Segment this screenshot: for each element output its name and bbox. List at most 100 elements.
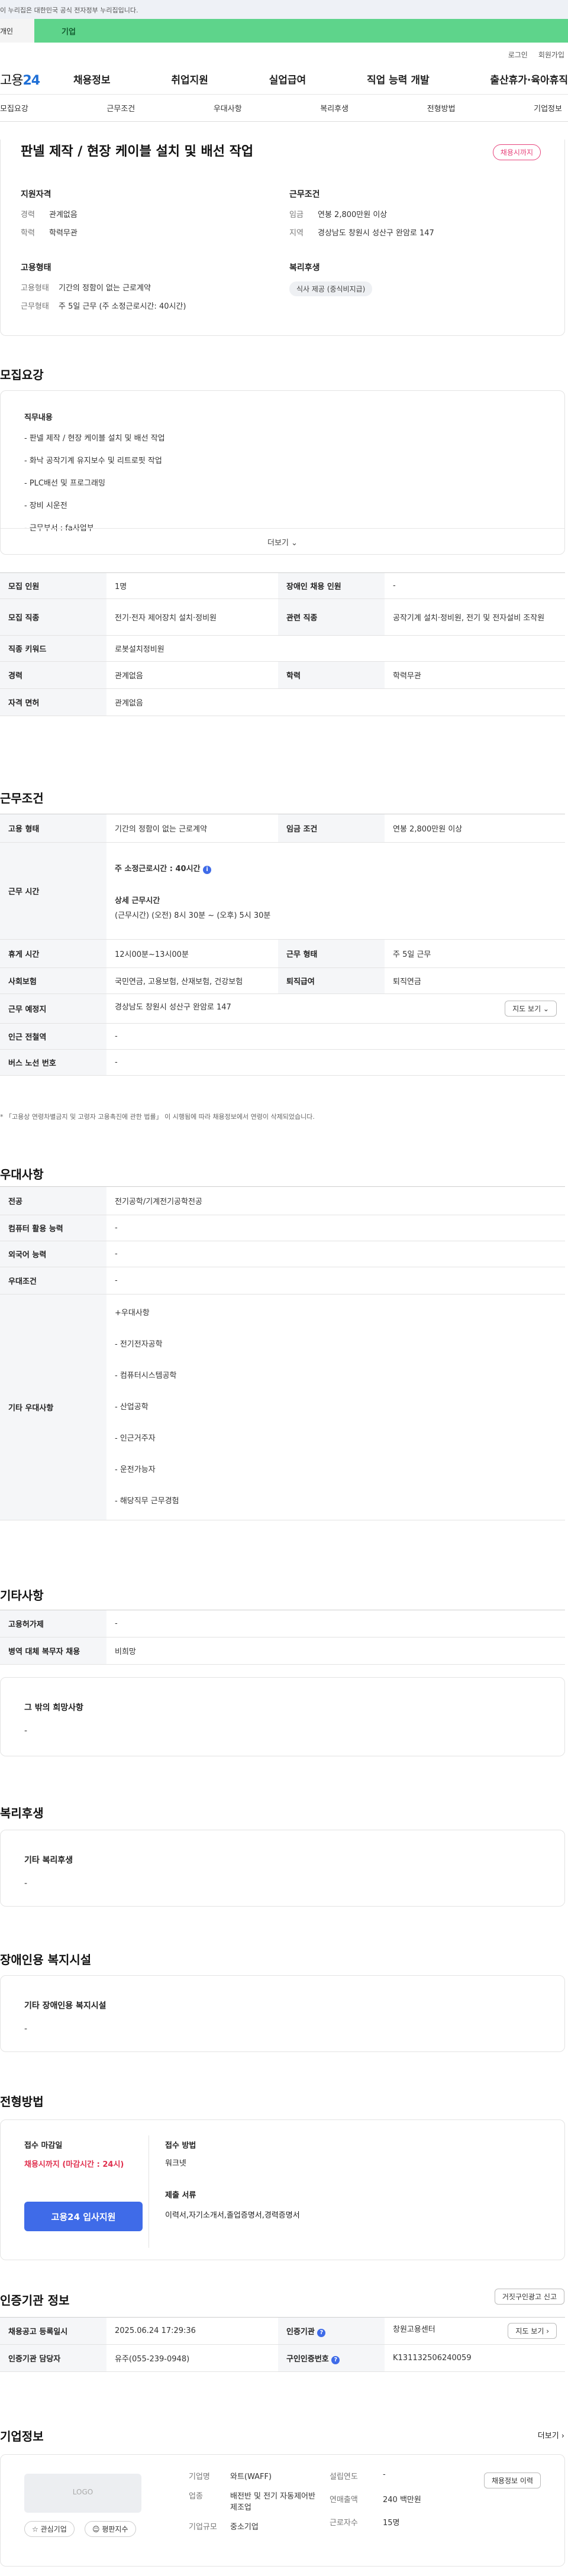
table-header: 인증기관 담당자: [0, 2344, 106, 2372]
kv-label: 학력: [21, 229, 35, 238]
table-header: 사회보험: [0, 967, 106, 994]
table-cell: 전기·전자 제어장치 설치·정비원: [106, 598, 278, 636]
signup-link[interactable]: 회원가입: [538, 50, 564, 64]
other-wish-box: 그 밖의 희망사항 -: [0, 1677, 565, 1756]
pref-item: - 산업공학: [115, 1403, 149, 1412]
gnb-item[interactable]: 채용정보: [73, 72, 111, 86]
kv-value: 240 백만원: [383, 2496, 421, 2504]
hours-detail-heading: 상세 근무시간: [115, 896, 160, 905]
weekly-hours: 주 소정근로시간 : 40시간: [115, 864, 201, 873]
kv-label: 기업명: [189, 2473, 210, 2481]
docs-value: 이력서,자기소개서,졸업증명서,경력증명서: [165, 2211, 300, 2220]
table-header: 구인인증번호 ?: [278, 2344, 385, 2372]
favorite-company-button[interactable]: ☆ 관심기업: [24, 2521, 75, 2537]
cert-map-button[interactable]: 지도 보기 ›: [508, 2323, 557, 2339]
company-info-col2: 설립연도 - 연매출액 240 백만원 근로자수 15명: [330, 2470, 448, 2535]
welfare-heading: 복리후생: [289, 263, 320, 273]
tab-company[interactable]: 기업정보: [534, 102, 562, 114]
hiring-history-button[interactable]: 채용정보 이력: [483, 2473, 541, 2488]
method-heading: 접수 방법: [165, 2141, 196, 2150]
kv-label: 고용형태: [21, 284, 49, 293]
hours-detail: (근무시간) (오전) 8시 30분 ~ (오후) 5시 30분: [115, 911, 271, 920]
table-header: 장애인 채용 인원: [278, 572, 385, 599]
table-header: 근무 시간: [0, 842, 106, 940]
emp-heading: 고용형태: [21, 263, 51, 273]
table-header: 인근 전철역: [0, 1023, 106, 1050]
company-more-link[interactable]: 더보기 ›: [538, 2429, 564, 2441]
login-link[interactable]: 로그인: [508, 50, 528, 64]
table-cell: 로봇설치정비원: [106, 635, 565, 662]
section-title-company: 기업정보: [0, 2429, 44, 2444]
site-tab-business[interactable]: 기업: [34, 19, 568, 43]
apply-button[interactable]: 고용24 입사지원: [24, 2202, 143, 2231]
table-cell: 경상남도 창원시 성산구 완암로 147 지도 보기 ⌄: [106, 993, 565, 1024]
kv-value: 배전반 및 전기 자동제어반 제조업: [230, 2492, 315, 2512]
tab-pref[interactable]: 우대사항: [214, 102, 242, 114]
docs-heading: 제출 서류: [165, 2191, 196, 2200]
section-title-misc: 기타사항: [0, 1588, 44, 1603]
qual-heading: 지원자격: [21, 190, 51, 199]
more-button[interactable]: 더보기 ⌄: [1, 528, 564, 554]
site-switcher: 개인 기업: [0, 19, 568, 43]
kv-value: -: [383, 2470, 386, 2479]
pref-item: - 해당직무 근무경험: [115, 1497, 179, 1506]
table-cell: -: [106, 1049, 565, 1076]
site-logo[interactable]: 고용24: [0, 70, 73, 89]
kv-value: 와트(WAFF): [230, 2473, 272, 2481]
table-header: 임금 조건: [278, 814, 385, 843]
work-hours-cell: 주 소정근로시간 : 40시간 i 상세 근무시간 (근무시간) (오전) 8시…: [106, 842, 565, 940]
table-cell: 국민연금, 고용보험, 산재보험, 건강보험: [106, 967, 278, 994]
table-header: 고용허가제: [0, 1610, 106, 1637]
duty-heading: 직무내용: [24, 413, 53, 422]
table-header: 학력: [278, 661, 385, 689]
table-cell: 관계없음: [106, 661, 278, 689]
table-header: 경력: [0, 661, 106, 689]
table-cell: 유주(055-239-0948): [106, 2344, 278, 2372]
kv-label: 기업규모: [189, 2523, 217, 2532]
method-value: 워크넷: [165, 2159, 186, 2168]
table-header: 관련 직종: [278, 598, 385, 636]
deadline-badge: 채용시까지: [492, 144, 541, 160]
cert-org: 창원고용센터: [393, 2325, 435, 2334]
selection-box: 접수 마감일 채용시까지 (마감시간 : 24시) 접수 방법 워크넷 제출 서…: [0, 2119, 565, 2260]
map-button[interactable]: 지도 보기 ⌄: [505, 1001, 557, 1017]
table-header: 근무 형태: [278, 939, 385, 968]
gnb-item[interactable]: 취업지원: [171, 72, 208, 86]
kv-value: 15명: [383, 2519, 400, 2528]
top-links: 로그인 회원가입: [0, 43, 568, 64]
gnb-item[interactable]: 직업 능력 개발: [367, 72, 430, 86]
tab-selection[interactable]: 전형방법: [427, 102, 456, 114]
tab-work[interactable]: 근무조건: [106, 102, 135, 114]
duty-item: - PLC배선 및 프로그래밍: [24, 479, 105, 488]
table-cell: -: [106, 1215, 565, 1241]
other-wish-title: 그 밖의 희망사항: [24, 1703, 83, 1713]
disabled-box: 기타 장애인용 복지시설 -: [0, 1975, 565, 2052]
info-icon: i: [203, 865, 212, 874]
pref-etc-cell: +우대사항 - 전기전자공학 - 컴퓨터시스템공학 - 산업공학 - 인근거주자…: [106, 1294, 565, 1520]
section-title-work: 근무조건: [0, 791, 44, 805]
table-cell: 전기공학/기계전기공학전공: [106, 1186, 565, 1215]
gnb-item[interactable]: 실업급여: [269, 72, 306, 86]
site-tab-personal[interactable]: 개인: [0, 19, 34, 43]
table-header: 버스 노선 번호: [0, 1049, 106, 1076]
gnb-item[interactable]: 출산휴가·육아휴직: [490, 72, 568, 86]
reputation-button[interactable]: ☺ 평판지수: [85, 2521, 136, 2537]
pref-item: +우대사항: [115, 1309, 150, 1318]
tab-welfare[interactable]: 복리후생: [320, 102, 348, 114]
tab-recruit[interactable]: 모집요강: [0, 102, 28, 114]
table-cell: 비희망: [106, 1637, 565, 1665]
report-fake-ad-button[interactable]: 거짓구인광고 신고: [494, 2289, 564, 2305]
table-cell: 관계없음: [106, 688, 565, 716]
job-summary-card: 판넬 제작 / 현장 케이블 설치 및 배선 작업 채용시까지 지원자격 경력 관…: [0, 140, 565, 336]
info-icon: ?: [317, 2328, 326, 2337]
table-header: 휴게 시간: [0, 939, 106, 968]
table-header: 기타 우대사항: [0, 1294, 106, 1520]
welfare-box-value: -: [24, 1879, 28, 1888]
company-logo: LOGO: [24, 2474, 141, 2513]
deadline-heading: 접수 마감일: [24, 2141, 63, 2150]
other-wish-value: -: [24, 1726, 28, 1736]
table-cell: K131132506240059: [385, 2344, 565, 2372]
section-title-disabled: 장애인용 복지시설: [0, 1953, 92, 1967]
pref-item: - 인근거주자: [115, 1434, 156, 1443]
misc-table: 고용허가제 - 병역 대체 복무자 채용 비희망: [0, 1610, 565, 1665]
